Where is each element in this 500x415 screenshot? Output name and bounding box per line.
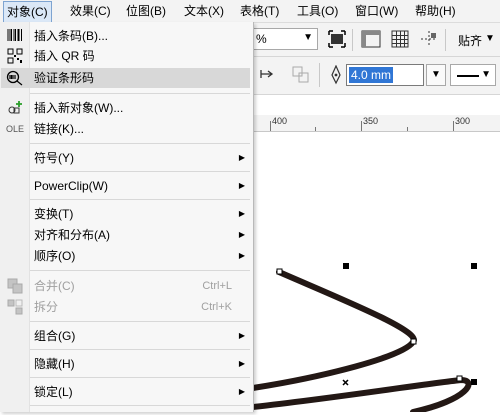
menu-item-transform[interactable]: 变换(T) ▶ <box>1 204 250 224</box>
arrow-tool-icon[interactable] <box>260 66 274 88</box>
node-handle[interactable] <box>410 338 417 345</box>
selection-handle[interactable] <box>471 263 477 269</box>
zoom-value: % <box>256 32 267 46</box>
menu-item-validate-barcode[interactable]: 验证条形码 <box>1 68 250 88</box>
toolbar-divider <box>319 63 320 87</box>
convert-icon[interactable] <box>291 65 311 90</box>
menu-item-symbol[interactable]: 符号(Y) ▶ <box>1 148 250 168</box>
menu-effects[interactable]: 效果(C) <box>67 3 114 19</box>
pen-nib-icon <box>330 64 342 90</box>
chevron-down-icon: ▼ <box>481 69 491 80</box>
menu-item-links[interactable]: OLE 链接(K)... <box>1 119 250 139</box>
barcode-icon <box>6 28 24 44</box>
drawing-canvas[interactable] <box>250 132 500 415</box>
break-apart-icon <box>6 299 24 315</box>
menu-separator <box>30 321 250 322</box>
menu-item-powerclip[interactable]: PowerClip(W) ▶ <box>1 176 250 196</box>
shortcut-label: Ctrl+L <box>202 280 232 292</box>
menu-item-break-apart[interactable]: 拆分 Ctrl+K <box>1 297 250 317</box>
submenu-arrow-icon: ▶ <box>238 181 245 190</box>
submenu-arrow-icon: ▶ <box>238 230 245 239</box>
combine-icon <box>6 278 24 294</box>
menu-separator <box>30 405 250 406</box>
ruler-label: 400 <box>272 116 288 126</box>
menu-help[interactable]: 帮助(H) <box>412 3 459 19</box>
menubar: 对象(C) 效果(C) 位图(B) 文本(X) 表格(T) 工具(O) 窗口(W… <box>0 0 500 23</box>
menu-separator <box>30 199 250 200</box>
outline-width-input[interactable]: 4.0 mm <box>346 64 424 86</box>
submenu-arrow-icon: ▶ <box>238 359 245 368</box>
submenu-arrow-icon: ▶ <box>238 251 245 260</box>
selected-curve[interactable] <box>250 132 500 415</box>
menu-item-insert-barcode[interactable]: 插入条码(B)... <box>1 26 250 46</box>
guidelines-icon[interactable] <box>420 30 438 53</box>
menu-item-combine[interactable]: 合并(C) Ctrl+L <box>1 276 250 296</box>
horizontal-ruler[interactable]: 400 350 300 <box>253 115 500 132</box>
submenu-arrow-icon: ▶ <box>238 331 245 340</box>
menu-item-hide[interactable]: 隐藏(H) ▶ <box>1 354 250 374</box>
outline-width-value: 4.0 mm <box>349 67 394 83</box>
ole-link-icon: OLE <box>6 124 25 134</box>
ruler-tick <box>270 121 271 131</box>
menu-separator <box>30 171 250 172</box>
menu-tools[interactable]: 工具(O) <box>294 3 341 19</box>
menu-table[interactable]: 表格(T) <box>237 3 282 19</box>
grid-icon[interactable] <box>391 30 409 53</box>
standard-toolbar: % ▼ 贴齐 ▼ <box>253 23 500 57</box>
ruler-tick <box>315 127 316 131</box>
menu-window[interactable]: 窗口(W) <box>352 3 401 19</box>
outline-width-dropdown[interactable]: ▼ <box>426 64 446 86</box>
menu-item-insert-new-object[interactable]: 插入新对象(W)... <box>1 98 250 118</box>
node-handle[interactable] <box>456 375 463 382</box>
selection-handle[interactable] <box>343 263 349 269</box>
submenu-arrow-icon: ▶ <box>238 209 245 218</box>
snap-to-button[interactable]: 贴齐 <box>458 32 482 49</box>
menu-object[interactable]: 对象(C) <box>3 1 52 23</box>
chevron-down-icon[interactable]: ▼ <box>485 30 495 48</box>
center-marker[interactable] <box>342 379 349 386</box>
chevron-down-icon: ▼ <box>303 32 313 43</box>
ruler-label: 300 <box>455 116 471 126</box>
menu-item-insert-qr-code[interactable]: 插入 QR 码 <box>1 46 250 66</box>
menu-item-align-distribute[interactable]: 对齐和分布(A) ▶ <box>1 225 250 245</box>
rulers-icon[interactable] <box>361 30 381 53</box>
toolbar-divider <box>445 29 446 51</box>
full-screen-icon[interactable] <box>328 30 346 53</box>
submenu-arrow-icon: ▶ <box>238 387 245 396</box>
node-handle[interactable] <box>276 268 283 275</box>
line-style-picker[interactable]: ▼ <box>450 64 496 86</box>
toolbar-divider <box>352 29 353 51</box>
chevron-down-icon: ▼ <box>431 69 441 80</box>
line-style-preview <box>457 75 479 77</box>
menu-separator <box>30 270 250 271</box>
menu-item-order[interactable]: 顺序(O) ▶ <box>1 246 250 266</box>
ruler-tick <box>453 121 454 131</box>
insert-object-icon <box>6 100 24 116</box>
selection-handle[interactable] <box>471 379 477 385</box>
ruler-label: 350 <box>363 116 379 126</box>
menu-separator <box>30 349 250 350</box>
menu-separator <box>30 377 250 378</box>
object-menu: 插入条码(B)... 插入 QR 码 验证条形码 插入新对象(W)... OLE… <box>0 22 254 412</box>
menu-bitmaps[interactable]: 位图(B) <box>123 3 169 19</box>
shortcut-label: Ctrl+K <box>201 301 232 313</box>
ruler-tick <box>407 127 408 131</box>
qr-code-icon <box>6 48 24 64</box>
menu-item-group[interactable]: 组合(G) ▶ <box>1 326 250 346</box>
menu-separator <box>30 143 250 144</box>
submenu-arrow-icon: ▶ <box>238 153 245 162</box>
menu-separator <box>30 93 250 94</box>
zoom-combo[interactable]: % ▼ <box>253 28 318 50</box>
menu-text[interactable]: 文本(X) <box>181 3 227 19</box>
validate-barcode-icon <box>6 70 24 86</box>
menu-item-lock[interactable]: 锁定(L) ▶ <box>1 382 250 402</box>
ruler-tick <box>361 121 362 131</box>
property-bar: 4.0 mm ▼ ▼ <box>253 57 500 95</box>
